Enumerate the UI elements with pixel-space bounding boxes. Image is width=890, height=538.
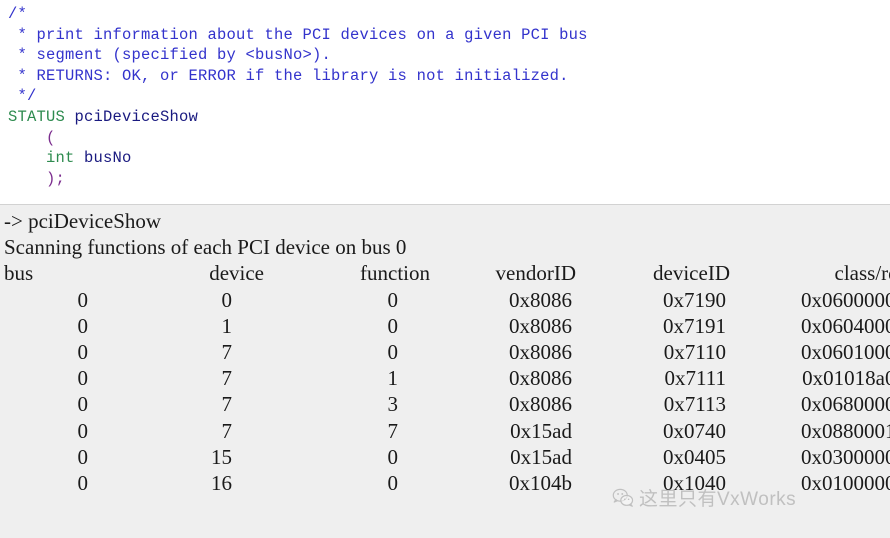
terminal-prompt-line: -> pciDeviceShow bbox=[4, 209, 162, 233]
cell-function: 1 bbox=[387, 366, 399, 391]
table-row: 0 15 0 0x15ad 0x0405 0x03000000 bbox=[4, 444, 890, 470]
code-line: * RETURNS: OK, or ERROR if the library i… bbox=[8, 66, 890, 87]
code-line: ( bbox=[8, 128, 890, 149]
cell-vendorid: 0x8086 bbox=[509, 392, 572, 417]
cell-device: 16 bbox=[211, 471, 232, 495]
terminal-scan-line: Scanning functions of each PCI device on… bbox=[4, 235, 407, 260]
cell-device: 7 bbox=[221, 392, 233, 417]
code-token-ident: pciDeviceShow bbox=[74, 107, 199, 126]
cell-function: 0 bbox=[387, 339, 399, 364]
cell-bus: 0 bbox=[77, 418, 89, 443]
code-token-keyword: STATUS bbox=[8, 107, 66, 126]
cell-deviceid: 0x7111 bbox=[664, 366, 726, 391]
cell-bus: 0 bbox=[77, 471, 89, 495]
table-row: 0 7 1 0x8086 0x7111 0x01018a01 bbox=[4, 365, 890, 391]
cell-function: 7 bbox=[387, 418, 399, 443]
cell-device: 7 bbox=[221, 366, 233, 391]
table-row: 0 7 3 0x8086 0x7113 0x06800008 bbox=[4, 391, 890, 417]
cell-device: 1 bbox=[221, 313, 233, 338]
cell-deviceid: 0x0740 bbox=[663, 418, 726, 443]
pci-device-table-head: bus device function vendorID deviceID cl… bbox=[4, 260, 890, 286]
source-code-pane[interactable]: /* * print information about the PCI dev… bbox=[0, 0, 890, 205]
cell-device: 0 bbox=[221, 287, 233, 312]
cell-classrev: 0x06040001 bbox=[801, 313, 890, 338]
code-line: ); bbox=[8, 169, 890, 190]
code-token-comment: * segment (specified by <busNo>). bbox=[8, 46, 332, 65]
cell-bus: 0 bbox=[77, 366, 89, 391]
cell-deviceid: 0x7191 bbox=[663, 313, 726, 338]
cell-function: 0 bbox=[387, 471, 399, 495]
cell-deviceid: 0x7113 bbox=[663, 392, 726, 417]
cell-bus: 0 bbox=[77, 313, 89, 338]
cell-classrev: 0x06800008 bbox=[801, 392, 890, 417]
code-line: */ bbox=[8, 86, 890, 107]
terminal-output-pane[interactable]: -> pciDeviceShow Scanning functions of e… bbox=[0, 205, 890, 538]
pci-device-table-body: 0000x80860x71900x060000010100x80860x7191… bbox=[4, 287, 890, 497]
code-token-comment: */ bbox=[8, 87, 37, 106]
cell-vendorid: 0x8086 bbox=[509, 339, 572, 364]
table-header-row: bus device function vendorID deviceID cl… bbox=[4, 260, 890, 286]
cell-function: 0 bbox=[387, 444, 399, 469]
cell-function: 3 bbox=[387, 392, 399, 417]
cell-deviceid: 0x7110 bbox=[663, 339, 726, 364]
table-row: 0 1 0 0x8086 0x7191 0x06040001 bbox=[4, 313, 890, 339]
column-header-device: device bbox=[209, 261, 264, 286]
cell-bus: 0 bbox=[77, 392, 89, 417]
cell-deviceid: 0x7190 bbox=[663, 287, 726, 312]
cell-classrev: 0x06000001 bbox=[801, 287, 890, 312]
column-header-classrev: class/rev bbox=[834, 261, 890, 286]
code-line: int busNo bbox=[8, 148, 890, 169]
cell-bus: 0 bbox=[77, 287, 89, 312]
table-row: 0 0 0 0x8086 0x7190 0x06000001 bbox=[4, 287, 890, 313]
code-line: * print information about the PCI device… bbox=[8, 25, 890, 46]
cell-classrev: 0x01000001 bbox=[801, 471, 890, 495]
code-token-ident: busNo bbox=[84, 149, 132, 168]
cell-classrev: 0x03000000 bbox=[801, 444, 890, 469]
code-token-comment: * print information about the PCI device… bbox=[8, 25, 588, 44]
cell-bus: 0 bbox=[77, 339, 89, 364]
cell-device: 15 bbox=[211, 444, 232, 469]
screenshot-root: /* * print information about the PCI dev… bbox=[0, 0, 890, 538]
table-row: 0 7 7 0x15ad 0x0740 0x08800010 bbox=[4, 418, 890, 444]
code-token-keyword: int bbox=[46, 149, 75, 168]
column-header-function: function bbox=[360, 261, 430, 286]
column-header-vendorid: vendorID bbox=[495, 261, 576, 286]
cell-deviceid: 0x1040 bbox=[663, 471, 726, 495]
pci-device-table: bus device function vendorID deviceID cl… bbox=[4, 260, 890, 496]
column-header-bus: bus bbox=[4, 261, 34, 286]
cell-classrev: 0x06010008 bbox=[801, 339, 890, 364]
table-row: 0 16 0 0x104b 0x1040 0x01000001 bbox=[4, 470, 890, 496]
code-token-punct: ( bbox=[46, 128, 56, 147]
cell-vendorid: 0x15ad bbox=[510, 444, 572, 469]
code-line: STATUS pciDeviceShow bbox=[8, 107, 890, 128]
code-token-comment: /* bbox=[8, 5, 28, 23]
cell-vendorid: 0x15ad bbox=[510, 418, 572, 443]
table-row: 0 7 0 0x8086 0x7110 0x06010008 bbox=[4, 339, 890, 365]
cell-device: 7 bbox=[221, 339, 233, 364]
code-line: /* bbox=[8, 4, 890, 25]
cell-vendorid: 0x8086 bbox=[509, 366, 572, 391]
cell-vendorid: 0x104b bbox=[509, 471, 572, 495]
cell-classrev: 0x01018a01 bbox=[802, 366, 890, 391]
code-token-comment: * RETURNS: OK, or ERROR if the library i… bbox=[8, 66, 569, 85]
code-token-punct: ); bbox=[46, 169, 66, 188]
cell-function: 0 bbox=[387, 287, 399, 312]
code-line-list: /* * print information about the PCI dev… bbox=[8, 4, 890, 189]
column-header-deviceid: deviceID bbox=[653, 261, 730, 286]
cell-bus: 0 bbox=[77, 444, 89, 469]
cell-vendorid: 0x8086 bbox=[509, 313, 572, 338]
cell-classrev: 0x08800010 bbox=[801, 418, 890, 443]
cell-deviceid: 0x0405 bbox=[663, 444, 726, 469]
cell-device: 7 bbox=[221, 418, 233, 443]
cell-function: 0 bbox=[387, 313, 399, 338]
code-line: * segment (specified by <busNo>). bbox=[8, 45, 890, 66]
cell-vendorid: 0x8086 bbox=[509, 287, 572, 312]
